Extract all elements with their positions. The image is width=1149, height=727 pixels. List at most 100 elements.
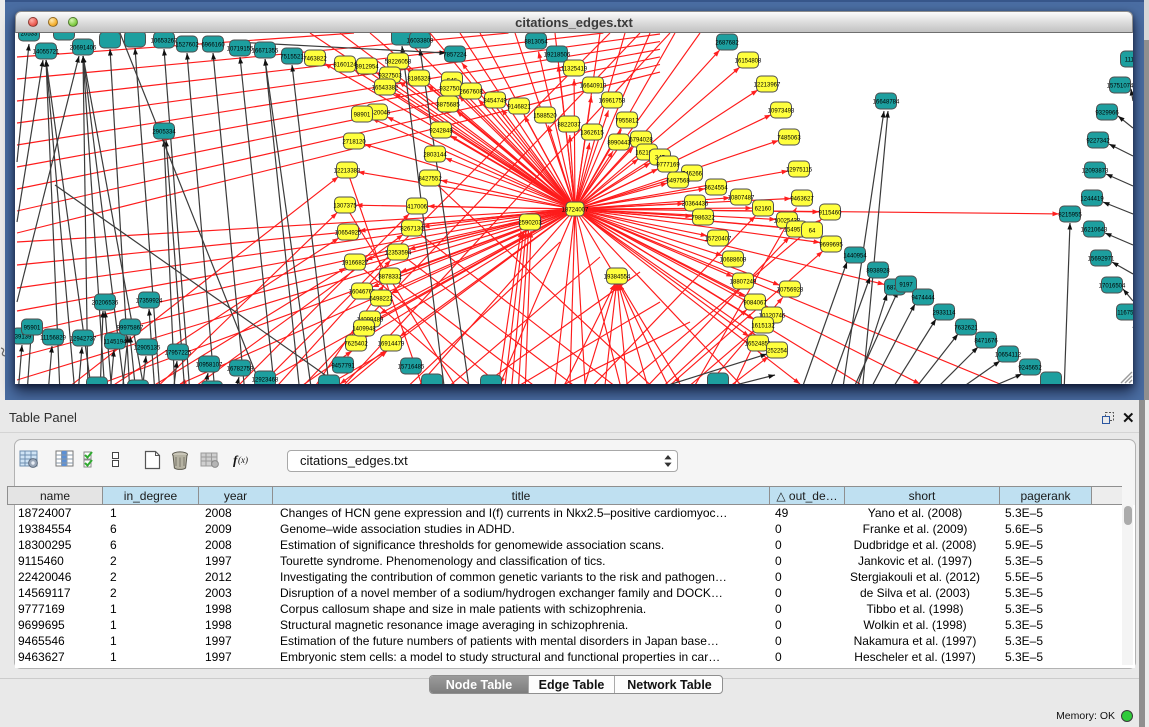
svg-text:16154808: 16154808 [735, 58, 762, 64]
svg-text:1588520: 1588520 [533, 113, 557, 119]
svg-text:2905334: 2905334 [152, 129, 176, 135]
svg-text:9084067: 9084067 [743, 300, 767, 306]
svg-text:3875685: 3875685 [436, 102, 460, 108]
svg-text:116753: 116753 [1117, 310, 1133, 316]
svg-text:1117: 1117 [1125, 57, 1133, 63]
svg-text:12905135: 12905135 [134, 345, 161, 351]
svg-text:12353594: 12353594 [385, 250, 412, 256]
svg-text:8938928: 8938928 [866, 268, 890, 274]
svg-text:9245652: 9245652 [1018, 365, 1042, 371]
svg-text:12093873: 12093873 [1082, 168, 1109, 174]
svg-text:9329966: 9329966 [1095, 110, 1119, 116]
svg-text:20206536: 20206536 [92, 300, 119, 306]
svg-text:9197: 9197 [899, 282, 913, 288]
svg-text:2718120: 2718120 [342, 139, 366, 145]
svg-text:9146821: 9146821 [507, 104, 531, 110]
svg-text:8454749: 8454749 [483, 98, 507, 104]
svg-text:12942737: 12942737 [70, 336, 97, 342]
svg-text:1527602: 1527602 [175, 42, 199, 48]
svg-text:8215955: 8215955 [1058, 212, 1082, 218]
svg-text:2933114: 2933114 [933, 310, 957, 316]
svg-text:16648784: 16648784 [873, 99, 900, 105]
svg-text:18724007: 18724007 [562, 208, 589, 214]
svg-text:9457791: 9457791 [331, 363, 355, 369]
svg-text:15692971: 15692971 [1088, 256, 1115, 262]
svg-text:8186328: 8186328 [407, 76, 431, 82]
svg-text:16640910: 16640910 [580, 83, 607, 89]
svg-text:7463822: 7463822 [303, 56, 327, 62]
svg-text:62160: 62160 [755, 206, 772, 212]
svg-text:5498222: 5498222 [369, 296, 393, 302]
svg-text:1440954: 1440954 [843, 253, 867, 259]
svg-text:17359924: 17359924 [136, 298, 163, 304]
svg-text:7857224: 7857224 [443, 52, 467, 58]
svg-text:18807249: 18807249 [730, 279, 757, 285]
svg-text:7632621: 7632621 [954, 325, 978, 331]
svg-text:6794028: 6794028 [629, 137, 653, 143]
svg-text:15751074: 15751074 [1107, 83, 1133, 89]
svg-text:7986322: 7986322 [691, 215, 715, 221]
svg-text:10688609: 10688609 [720, 257, 747, 263]
svg-text:1409948: 1409948 [352, 326, 376, 332]
svg-text:12213967: 12213967 [754, 82, 781, 88]
svg-text:2687682: 2687682 [715, 40, 739, 46]
svg-text:1145194: 1145194 [104, 339, 128, 345]
svg-text:10973493: 10973493 [768, 108, 795, 114]
svg-text:8427552: 8427552 [418, 176, 442, 182]
svg-text:10653267: 10653267 [151, 38, 178, 44]
svg-text:(x): (x) [238, 455, 248, 465]
svg-text:9227342: 9227342 [1086, 138, 1110, 144]
svg-text:9474444: 9474444 [911, 295, 935, 301]
svg-text:16033809: 16033809 [407, 38, 434, 44]
svg-text:8822037: 8822037 [557, 122, 581, 128]
svg-text:11325419: 11325419 [561, 66, 588, 72]
svg-text:9463627: 9463627 [790, 196, 814, 202]
svg-text:16671355: 16671355 [252, 48, 279, 54]
svg-text:1362615: 1362615 [580, 130, 604, 136]
svg-text:16543382: 16543382 [372, 85, 399, 91]
svg-text:19384554: 19384554 [604, 274, 631, 280]
svg-text:7955812: 7955812 [615, 118, 639, 124]
svg-text:6497568: 6497568 [666, 178, 690, 184]
svg-text:20691406: 20691406 [70, 45, 97, 51]
svg-text:8471676: 8471676 [974, 338, 998, 344]
svg-text:98901: 98901 [354, 112, 371, 118]
svg-text:9777169: 9777169 [656, 162, 680, 168]
svg-text:12213383: 12213383 [334, 168, 361, 174]
svg-text:99975867: 99975867 [117, 325, 144, 331]
svg-text:7485063: 7485063 [777, 135, 801, 141]
svg-text:10958107: 10958107 [196, 362, 223, 368]
svg-text:17016504: 17016504 [1099, 283, 1126, 289]
svg-text:1244419: 1244419 [1080, 196, 1104, 202]
svg-text:64: 64 [809, 228, 816, 234]
svg-text:9115460: 9115460 [819, 210, 843, 216]
svg-text:10807487: 10807487 [728, 195, 755, 201]
svg-text:16210643: 16210643 [1081, 227, 1108, 233]
svg-text:20364436: 20364436 [682, 201, 709, 207]
svg-text:1307375: 1307375 [333, 203, 357, 209]
svg-text:10654112: 10654112 [995, 352, 1022, 358]
svg-text:19218506: 19218506 [544, 52, 571, 58]
svg-text:417006: 417006 [407, 204, 428, 210]
svg-text:16961758: 16961758 [599, 98, 626, 104]
svg-text:15720407: 15720407 [705, 236, 732, 242]
svg-text:8813054: 8813054 [524, 39, 548, 45]
svg-text:2667608: 2667608 [459, 89, 483, 95]
svg-text:58226058: 58226058 [385, 59, 412, 65]
svg-text:12923468: 12923468 [252, 377, 279, 383]
svg-text:16782759: 16782759 [227, 366, 254, 372]
svg-text:252254: 252254 [767, 348, 788, 354]
svg-text:14055721: 14055721 [33, 49, 60, 55]
svg-text:8267130: 8267130 [400, 226, 424, 232]
svg-text:2590203: 2590203 [518, 220, 542, 226]
svg-text:17957225: 17957225 [165, 350, 192, 356]
svg-text:7515521: 7515521 [280, 54, 304, 60]
svg-text:8878332: 8878332 [378, 274, 402, 280]
svg-text:8160124: 8160124 [333, 62, 357, 68]
svg-text:10756928: 10756928 [777, 287, 804, 293]
svg-text:6966160: 6966160 [201, 42, 225, 48]
svg-text:11156829: 11156829 [40, 335, 66, 341]
svg-text:9699695: 9699695 [819, 242, 843, 248]
svg-text:3624554: 3624554 [704, 185, 728, 191]
svg-text:7625402: 7625402 [344, 341, 368, 347]
